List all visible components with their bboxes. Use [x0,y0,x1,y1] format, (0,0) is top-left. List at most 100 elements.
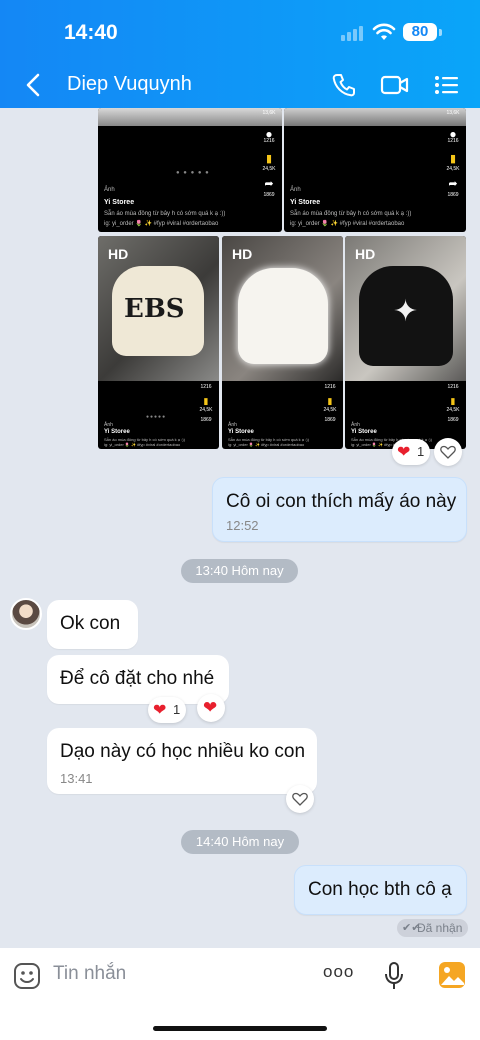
bookmark-icon: ▮ [203,396,209,406]
sweater-image [238,268,328,364]
message-text: Cô oi con thích mấy áo này [226,491,457,512]
shop-name: Yi Storee [351,429,377,435]
incoming-message[interactable]: Dạo này có học nhiều ko con 13:41 [47,728,317,794]
shop-name: Yi Storee [104,199,135,206]
shop-name: Yi Storee [228,429,254,435]
comment-count: 1216 [200,384,212,390]
post-type-label: Ảnh [104,422,113,428]
heart-icon: ❤ [397,444,411,461]
heart-outline-icon [440,445,456,459]
sweater-print: EBS [124,294,185,324]
star-print-icon: ✦ [393,295,419,328]
comment-count: 1216 [263,138,275,144]
share-icon: ➦ [264,178,274,190]
react-button[interactable] [434,438,462,466]
post-tags: ig: yi_order 🌷 ✨ #fyp #viral #ordertaoba… [104,221,219,227]
battery-tip [439,29,442,36]
battery-indicator: 80 [403,23,437,41]
save-count: 24,5K [446,166,460,172]
hd-badge: HD [108,246,129,262]
carousel-dots: ● ● ● ● ● [176,170,210,176]
comment-count: 1216 [447,384,459,390]
message-text: Con học bth cô ạ [308,879,452,900]
incoming-message[interactable]: Ok con [47,600,138,649]
post-tags: ig: yi_order 🌷 ✨ #fyp #viral #ordertaoba… [290,221,405,227]
wifi-icon [372,23,396,40]
hd-badge: HD [355,246,376,262]
delivery-status: ✔✔ Đã nhận [397,919,469,937]
post-tags: ig: yi_order 🌷 ✨ #fyp #viral #ordertaoba… [104,442,181,447]
heart-outline-icon [292,792,308,806]
share-icon: ➦ [448,178,458,190]
shared-post-thumbnail[interactable]: EBS HD 1216 ▮ 24,5K 1869 ●●●●● Ảnh Yi St… [98,236,219,449]
share-count: 1869 [447,417,459,423]
time-separator: 14:40 Hôm nay [181,830,299,854]
bookmark-icon: ▮ [449,153,457,165]
home-indicator [153,1026,327,1031]
share-count: 1869 [324,417,336,423]
share-count: 1869 [200,417,212,423]
status-time: 14:40 [64,21,118,44]
shop-name: Yi Storee [104,429,130,435]
cellular-signal-icon [341,25,365,41]
post-caption: Sẵn áo mùa đông từ bây h có sớm quá k ạ … [104,211,226,217]
post-type-label: Ảnh [104,187,115,193]
reaction-count: 1 [417,444,425,459]
message-text: Ok con [60,613,121,634]
react-button[interactable]: ❤ [197,694,225,722]
time-separator: 13:40 Hôm nay [181,559,298,583]
post-type-label: Ảnh [228,422,237,428]
bookmark-icon: ▮ [327,396,333,406]
reaction-summary[interactable]: ❤ 1 [148,697,186,723]
shared-post-thumbnail[interactable]: HD 1216 ▮ 24,5K 1869 Ảnh Yi Storee Sẵn á… [222,236,343,449]
bookmark-icon: ▮ [450,396,456,406]
more-options-icon[interactable]: ooo [323,962,354,982]
hd-badge: HD [232,246,253,262]
shared-post-photo [98,108,282,126]
save-count: 24,5K [446,407,460,413]
bookmark-icon: ▮ [265,153,273,165]
chat-header: 14:40 80 Diep Vuquynh [0,0,480,108]
react-button[interactable] [286,785,314,813]
gallery-image-icon[interactable] [438,961,466,989]
carousel-dots: ●●●●● [146,414,167,420]
like-count: 13,6K [446,110,460,116]
outgoing-message[interactable]: Con học bth cô ạ [294,865,467,915]
back-arrow-icon[interactable] [24,72,42,98]
heart-icon: ❤ [153,702,167,719]
message-list[interactable]: 13,6K ● 1216 ▮ 24,5K ➦ 1869 ● ● ● ● ● Ản… [0,108,480,948]
emoji-sticker-icon[interactable] [13,962,41,990]
message-text: Để cô đặt cho nhé [60,668,215,689]
share-count: 1869 [263,192,275,198]
heart-icon: ❤ [203,698,218,717]
contact-name[interactable]: Diep Vuquynh [67,73,192,96]
delivery-status-text: Đã nhận [417,921,463,935]
message-text: Dạo này có học nhiều ko con [60,741,306,762]
save-count: 24,5K [199,407,213,413]
shared-post-photo [284,108,466,126]
save-count: 24,5K [323,407,337,413]
message-time: 13:41 [60,771,93,786]
shared-post-thumbnail[interactable]: 13,6K ● 1216 ▮ 24,5K ➦ 1869 Ảnh Yi Store… [284,108,466,232]
shared-post-thumbnail[interactable]: ✦ HD 1216 ▮ 24,5K 1869 Ảnh Yi Storee Sẵn… [345,236,466,449]
microphone-icon[interactable] [383,961,405,991]
post-type-label: Ảnh [290,187,301,193]
double-check-icon: ✔✔ [402,922,421,934]
menu-list-icon[interactable] [434,74,460,96]
message-time: 12:52 [226,518,259,533]
like-count: 13,6K [262,110,276,116]
video-call-icon[interactable] [380,74,410,96]
shared-post-thumbnail[interactable]: 13,6K ● 1216 ▮ 24,5K ➦ 1869 ● ● ● ● ● Ản… [98,108,282,232]
share-count: 1869 [447,192,459,198]
post-type-label: Ảnh [351,422,360,428]
phone-call-icon[interactable] [331,72,357,98]
message-input[interactable]: Tin nhắn [53,963,126,985]
contact-avatar[interactable] [10,598,42,630]
save-count: 24,5K [262,166,276,172]
comment-count: 1216 [324,384,336,390]
outgoing-message[interactable]: Cô oi con thích mấy áo này 12:52 [212,477,467,542]
shop-name: Yi Storee [290,199,321,206]
post-caption: Sẵn áo mùa đông từ bây h có sớm quá k ạ … [290,211,412,217]
reaction-summary[interactable]: ❤ 1 [392,439,430,465]
comment-count: 1216 [447,138,459,144]
